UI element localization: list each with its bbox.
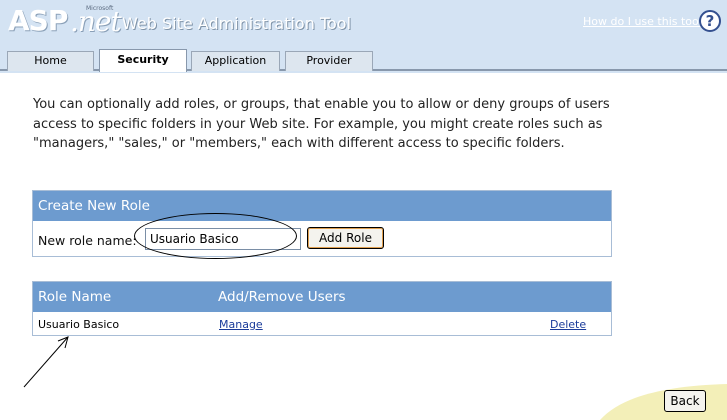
manage-link[interactable]: Manage bbox=[219, 318, 263, 331]
roles-table-panel: Role Name Add/Remove Users Usuario Basic… bbox=[32, 281, 612, 336]
table-row: Usuario Basico Manage Delete bbox=[33, 312, 611, 335]
help-link[interactable]: How do I use this tool? bbox=[583, 15, 708, 28]
column-role-name: Role Name bbox=[38, 289, 112, 305]
role-name-cell: Usuario Basico bbox=[38, 318, 120, 331]
app-title: Web Site Administration Tool bbox=[122, 14, 352, 33]
add-role-button[interactable]: Add Role bbox=[307, 227, 384, 249]
tab-provider[interactable]: Provider bbox=[285, 51, 373, 71]
intro-text: You can optionally add roles, or groups,… bbox=[33, 97, 610, 151]
create-role-heading: Create New Role bbox=[33, 191, 611, 221]
help-icon[interactable]: ? bbox=[699, 10, 721, 32]
column-add-remove-users: Add/Remove Users bbox=[218, 289, 346, 305]
delete-link[interactable]: Delete bbox=[550, 318, 586, 331]
logo-net-text: .net bbox=[70, 5, 122, 38]
tab-security[interactable]: Security bbox=[99, 49, 187, 72]
new-role-label: New role name: bbox=[38, 233, 137, 248]
tab-application[interactable]: Application bbox=[191, 51, 280, 71]
header-bar: ASP Microsoft .net Web Site Administrati… bbox=[0, 0, 727, 47]
logo-asp-text: ASP bbox=[8, 4, 68, 37]
annotation-arrow-icon bbox=[23, 336, 69, 388]
role-name-input[interactable] bbox=[145, 228, 301, 250]
tab-home[interactable]: Home bbox=[7, 51, 94, 71]
roles-table-header: Role Name Add/Remove Users bbox=[33, 282, 611, 312]
create-role-panel: Create New Role New role name: Add Role bbox=[32, 190, 612, 257]
create-role-row: New role name: Add Role bbox=[33, 221, 611, 257]
back-button[interactable]: Back bbox=[664, 390, 706, 412]
